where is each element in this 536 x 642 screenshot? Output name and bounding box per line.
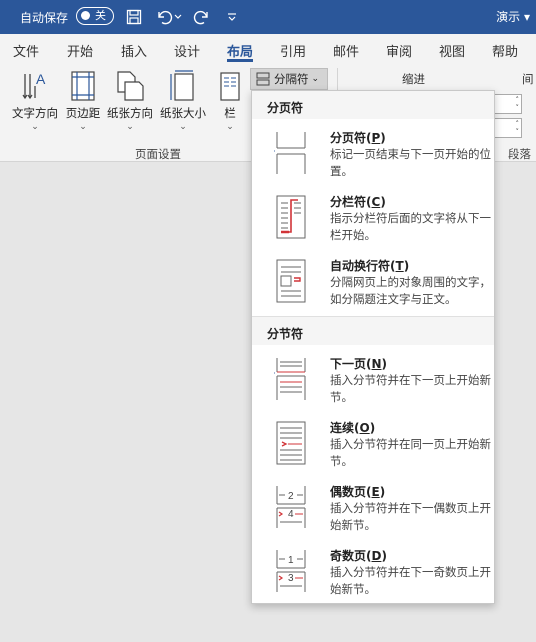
columns-icon [216, 68, 244, 102]
text-direction-icon: A [8, 68, 62, 102]
customize-toolbar-icon[interactable] [222, 7, 242, 27]
text-wrapping-icon [276, 259, 306, 303]
redo-icon[interactable] [192, 7, 212, 27]
menu-item-title: 自动换行符(T) [330, 259, 410, 273]
next-page-icon [274, 358, 306, 400]
size-button[interactable]: 纸张大小 ⌄ [157, 68, 209, 132]
paper-size-icon [157, 68, 209, 102]
column-break-icon [276, 195, 306, 239]
toggle-state: 关 [95, 9, 106, 22]
ribbon-tabs: 文件 开始 插入 设计 布局 引用 邮件 审阅 视图 帮助 [0, 34, 536, 64]
menu-item-title: 奇数页(D) [330, 549, 387, 563]
tab-references[interactable]: 引用 [280, 41, 306, 60]
autosave-label: 自动保存 [20, 11, 69, 25]
presenter-button[interactable]: 演示 ▾ [496, 8, 530, 25]
tab-design[interactable]: 设计 [174, 41, 200, 60]
tab-view[interactable]: 视图 [439, 41, 465, 60]
tab-file[interactable]: 文件 [13, 41, 39, 60]
menu-item-next-page[interactable]: 下一页(N) 插入分节符并在下一页上开始新节。 [252, 353, 494, 415]
tab-insert[interactable]: 插入 [121, 41, 147, 60]
svg-text:A: A [36, 71, 46, 87]
chevron-down-icon: ⌄ [226, 122, 234, 132]
continuous-icon [276, 421, 306, 465]
menu-item-title: 分栏符(C) [330, 195, 386, 209]
indent-right-spinner[interactable]: ˄ ˅ [492, 118, 522, 138]
breaks-label: 分隔符 [274, 72, 309, 86]
size-label: 纸张大小 [160, 106, 206, 120]
breaks-menu: 分页符 分页符(P) 标记一页结束与下一页开始的位置。 分栏符(C) 指示分栏符… [251, 90, 495, 604]
odd-page-icon: 1 3 [276, 550, 306, 592]
menu-item-description: 插入分节符并在下一奇数页上开始新节。 [330, 565, 491, 596]
spacing-label: 间 [522, 72, 534, 86]
columns-label: 栏 [224, 106, 236, 120]
tab-mailings[interactable]: 邮件 [333, 41, 359, 60]
menu-item-description: 插入分节符并在同一页上开始新节。 [330, 437, 491, 468]
menu-item-description: 指示分栏符后面的文字将从下一栏开始。 [330, 211, 491, 242]
chevron-down-icon: ⌄ [179, 122, 187, 132]
paragraph-group-label: 段落 [508, 147, 531, 161]
chevron-down-icon: ⌄ [126, 122, 134, 132]
title-bar: 自动保存 关 演示 ▾ [0, 0, 536, 34]
svg-text:1: 1 [288, 555, 294, 566]
page-setup-group-label: 页面设置 [135, 147, 181, 161]
svg-text:2: 2 [288, 491, 294, 502]
margins-label: 页边距 [65, 106, 101, 120]
menu-item-description: 分隔网页上的对象周围的文字，如分隔题注文字与正文。 [330, 275, 491, 306]
menu-item-title: 偶数页(E) [330, 485, 386, 499]
autosave-toggle[interactable]: 关 [76, 7, 114, 25]
svg-text:4: 4 [288, 509, 294, 520]
breaks-button[interactable]: 分隔符 ⌄ [250, 68, 328, 90]
breaks-icon [256, 72, 270, 86]
spinner-arrows-icon: ˄ ˅ [515, 120, 520, 136]
menu-item-description: 插入分节符并在下一页上开始新节。 [330, 373, 491, 404]
margins-button[interactable]: 页边距 ⌄ [62, 68, 104, 132]
menu-item-even-page[interactable]: 2 4 偶数页(E) 插入分节符并在下一偶数页上开始新节。 [252, 481, 494, 543]
svg-text:3: 3 [288, 573, 294, 584]
orientation-button[interactable]: 纸张方向 ⌄ [104, 68, 156, 132]
even-page-icon: 2 4 [276, 486, 306, 528]
indent-left-spinner[interactable]: ˄ ˅ [492, 94, 522, 114]
tab-review[interactable]: 审阅 [386, 41, 412, 60]
tab-home[interactable]: 开始 [67, 41, 93, 60]
menu-item-text-wrapping[interactable]: 自动换行符(T) 分隔网页上的对象周围的文字，如分隔题注文字与正文。 [252, 255, 494, 317]
spinner-arrows-icon: ˄ ˅ [515, 96, 520, 112]
tab-help[interactable]: 帮助 [492, 41, 518, 60]
tab-layout[interactable]: 布局 [227, 41, 253, 60]
orientation-label: 纸张方向 [107, 106, 153, 120]
menu-item-description: 标记一页结束与下一页开始的位置。 [330, 147, 491, 178]
section-breaks-header: 分节符 [252, 317, 494, 345]
text-direction-button[interactable]: A 文字方向 ⌄ [8, 68, 62, 132]
save-icon[interactable] [124, 7, 144, 27]
columns-button[interactable]: 栏 ⌄ [216, 68, 244, 132]
menu-item-continuous[interactable]: 连续(O) 插入分节符并在同一页上开始新节。 [252, 417, 494, 479]
undo-icon[interactable] [154, 7, 174, 27]
page-breaks-header: 分页符 [252, 91, 494, 119]
page-break-icon [274, 132, 306, 174]
menu-item-description: 插入分节符并在下一偶数页上开始新节。 [330, 501, 491, 532]
menu-item-title: 下一页(N) [330, 357, 388, 371]
margins-icon [62, 68, 104, 102]
presenter-label: 演示 [496, 10, 521, 24]
undo-dropdown-icon[interactable] [172, 7, 184, 27]
text-direction-label: 文字方向 [12, 106, 58, 120]
toggle-knob [81, 11, 90, 20]
menu-item-title: 分页符(P) [330, 131, 386, 145]
chevron-down-icon: ⌄ [311, 74, 320, 84]
indent-label: 缩进 [402, 72, 425, 86]
chevron-down-icon: ⌄ [31, 122, 39, 132]
menu-item-column-break[interactable]: 分栏符(C) 指示分栏符后面的文字将从下一栏开始。 [252, 191, 494, 253]
active-tab-indicator [227, 59, 253, 62]
menu-item-odd-page[interactable]: 1 3 奇数页(D) 插入分节符并在下一奇数页上开始新节。 [252, 545, 494, 607]
chevron-down-icon: ⌄ [79, 122, 87, 132]
orientation-icon [104, 68, 156, 102]
menu-item-title: 连续(O) [330, 421, 376, 435]
menu-item-page-break[interactable]: 分页符(P) 标记一页结束与下一页开始的位置。 [252, 127, 494, 189]
